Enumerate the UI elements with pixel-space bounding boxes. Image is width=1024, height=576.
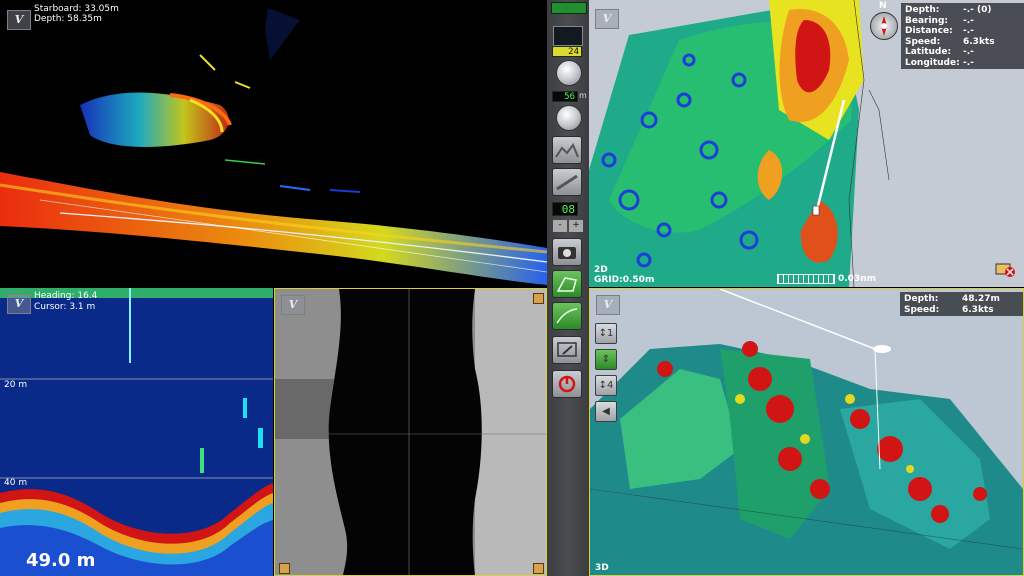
back-button[interactable]: ◀ xyxy=(595,401,617,422)
distance-label: Distance: xyxy=(905,26,953,36)
speed-value: 6.3kts xyxy=(962,304,994,315)
bearing-label: Bearing: xyxy=(905,15,949,26)
view-3d-button[interactable] xyxy=(552,302,582,330)
minus-button[interactable]: - xyxy=(553,220,567,232)
starboard-readout: Starboard: 33.05m xyxy=(34,4,119,14)
scale-label: 0.03nm xyxy=(838,274,876,284)
depth-marker-20: 20 m xyxy=(4,380,28,390)
arrow-left-icon: ◀ xyxy=(602,406,610,417)
sidescan-3d-panel[interactable]: V Starboard: 33.05m Depth: 58.35m xyxy=(0,0,547,287)
zoom-level-4-button[interactable]: ↕4 xyxy=(595,375,617,396)
depth-label: Depth: xyxy=(904,294,939,304)
app-logo-icon: V xyxy=(7,294,31,314)
view-3d-info-box: Depth: 48.27m Speed: 6.3kts xyxy=(900,292,1023,316)
depth-value: -.- (0) xyxy=(963,5,992,15)
panel-menu-button[interactable] xyxy=(533,563,544,574)
waypoint-icon[interactable] xyxy=(994,258,1016,278)
gain-lcd: 08 xyxy=(552,202,578,216)
updown-arrow-icon: ↕ xyxy=(598,328,607,339)
map-view-icon xyxy=(556,277,577,292)
power-button[interactable] xyxy=(552,370,582,398)
settings-button[interactable] xyxy=(552,336,582,364)
grid-size-label: GRID:0.50m xyxy=(594,275,655,285)
view-map-button[interactable] xyxy=(552,270,582,298)
palette-button-1[interactable] xyxy=(552,136,582,164)
scale-bar xyxy=(777,274,835,284)
center-toolbar: 24 56 m 08 - + xyxy=(547,0,589,576)
longitude-label: Longitude: xyxy=(905,57,960,68)
echogram-image xyxy=(0,288,273,576)
depth-unit-label: m xyxy=(579,91,587,100)
speed-label: Speed: xyxy=(904,304,940,315)
depth-marker-40: 40 m xyxy=(4,478,28,488)
echogram-panel[interactable]: V Heading: 16.4 Cursor: 3.1 m 20 m 40 m … xyxy=(0,288,273,576)
app-logo-icon: V xyxy=(7,10,31,30)
map-2d-panel[interactable]: V N Depth: -.- (0) Bearing: -.- Distance: -… xyxy=(589,0,1024,287)
range-knob[interactable] xyxy=(556,60,582,86)
map-2d-mode-label: 2D xyxy=(594,265,608,275)
bearing-value: -.- xyxy=(963,15,974,26)
depth-readout: Depth: 58.35m xyxy=(34,14,102,24)
flag-remove-icon xyxy=(995,263,1015,277)
sidescan-2d-image xyxy=(275,289,546,575)
tools-icon xyxy=(557,342,577,357)
compass-north-label: N xyxy=(879,1,887,11)
app-logo-icon: V xyxy=(595,9,619,29)
ping-display-icon xyxy=(553,26,583,46)
view-3d-image xyxy=(590,289,1023,575)
latitude-value: -.- xyxy=(963,47,974,57)
palette-button-2[interactable] xyxy=(552,168,582,196)
plus-button[interactable]: + xyxy=(569,220,583,232)
range-lcd: 24 xyxy=(552,46,582,57)
app-logo-icon: V xyxy=(596,295,620,315)
view-3d-mode-label: 3D xyxy=(595,563,609,573)
depth-value: 48.27m xyxy=(962,294,1000,304)
camera-icon xyxy=(558,247,576,259)
panel-menu-button[interactable] xyxy=(533,293,544,304)
app-logo-icon: V xyxy=(281,295,305,315)
terrain-profile-icon xyxy=(555,143,579,158)
sidescan-2d-panel[interactable]: V xyxy=(274,288,547,576)
depth-large-readout: 49.0 m xyxy=(26,550,96,571)
updown-arrow-icon: ↕ xyxy=(598,380,607,391)
sidescan-3d-image xyxy=(0,8,547,285)
view-3d-panel[interactable]: V Depth: 48.27m Speed: 6.3kts ↕1 ⇕ ↕4 ◀ 3D xyxy=(589,288,1024,576)
zoom-level-1-button[interactable]: ↕1 xyxy=(595,323,617,344)
terrain-3d-icon xyxy=(556,308,578,324)
depth-lcd: 56 xyxy=(552,91,578,102)
speed-value: 6.3kts xyxy=(963,36,995,47)
latitude-label: Latitude: xyxy=(905,47,952,57)
compass-icon[interactable] xyxy=(870,12,898,40)
slope-icon xyxy=(556,174,578,191)
gps-signal-icon xyxy=(551,2,587,14)
heading-readout: Heading: 16.4 xyxy=(34,291,98,301)
speed-label: Speed: xyxy=(905,36,941,47)
camera-button[interactable] xyxy=(552,238,582,266)
depth-label: Depth: xyxy=(905,5,940,15)
distance-value: -.- xyxy=(963,26,974,36)
depth-knob[interactable] xyxy=(556,105,582,131)
power-icon xyxy=(558,375,576,393)
cursor-readout: Cursor: 3.1 m xyxy=(34,302,96,312)
compass-needle-icon xyxy=(881,16,887,36)
map-info-box: Depth: -.- (0) Bearing: -.- Distance: -.- S… xyxy=(901,3,1024,69)
panel-menu-button[interactable] xyxy=(279,563,290,574)
zoom-fit-button[interactable]: ⇕ xyxy=(595,349,617,370)
fit-arrow-icon: ⇕ xyxy=(601,354,611,365)
longitude-value: -.- xyxy=(963,57,974,68)
